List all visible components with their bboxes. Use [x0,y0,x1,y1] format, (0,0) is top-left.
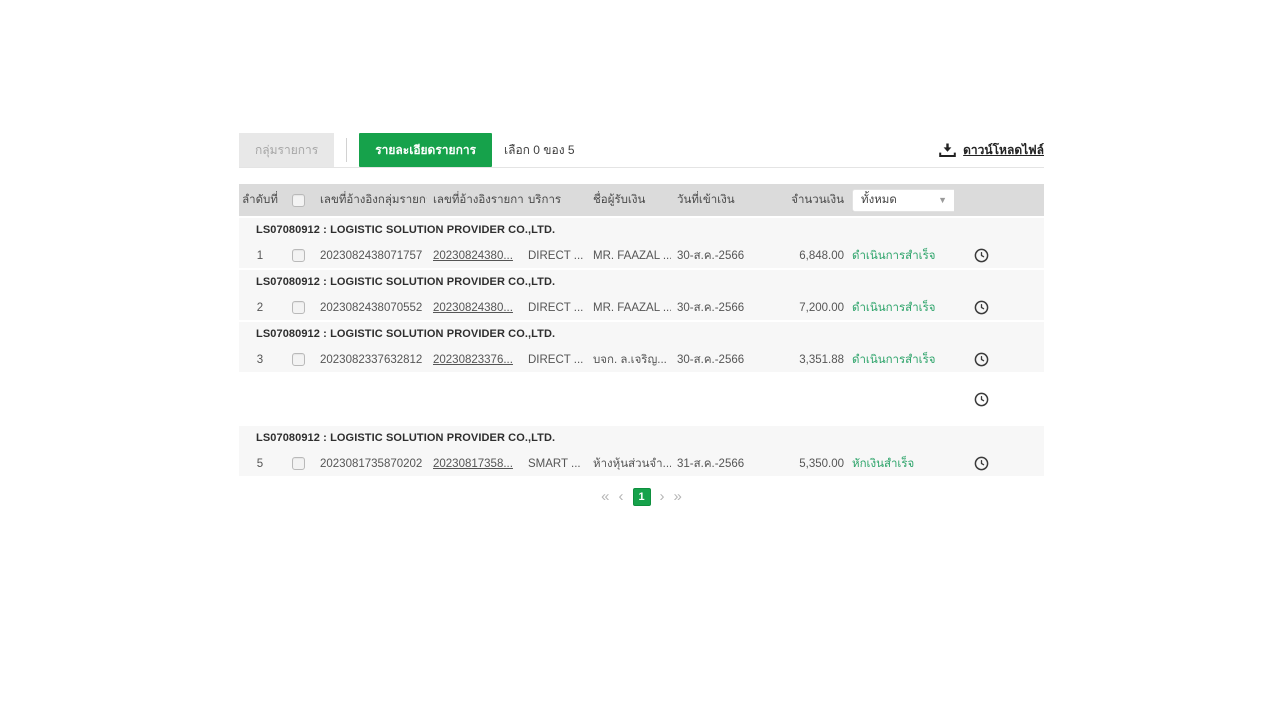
tab-group-list[interactable]: กลุ่มรายการ [239,133,334,167]
row-date: 30-ส.ค.-2566 [671,299,771,317]
row-date: 30-ส.ค.-2566 [671,247,771,265]
transaction-group: LS07080912 : LOGISTIC SOLUTION PROVIDER … [239,426,1044,476]
transaction-group: LS07080912 : LOGISTIC SOLUTION PROVIDER … [239,218,1044,268]
row-history-cell [954,456,1009,471]
row-date: 30-ส.ค.-2566 [671,351,771,369]
row-checkbox[interactable] [292,353,305,366]
pagination-last-icon[interactable]: » [674,488,682,506]
row-service: DIRECT ... [523,250,585,262]
chevron-down-icon: ▼ [938,195,947,205]
row-group-ref: 2023082337632812 [315,354,427,366]
row-item-ref-link[interactable]: 20230824380... [433,302,513,314]
row-checkbox[interactable] [292,249,305,262]
header-amount: จำนวนเงิน [771,191,844,209]
row-checkbox-cell [281,353,315,366]
clock-history-icon[interactable] [974,352,989,367]
row-date: 31-ส.ค.-2566 [671,455,771,473]
row-status: ดำเนินการสำเร็จ [844,247,954,265]
row-item-ref-link[interactable]: 20230823376... [433,354,513,366]
header-seq: ลำดับที่ [239,191,281,209]
row-item-ref-link[interactable]: 20230824380... [433,250,513,262]
tab-detail-list[interactable]: รายละเอียดรายการ [359,133,492,167]
row-amount: 5,350.00 [771,458,844,470]
clock-history-icon[interactable] [974,248,989,263]
pagination-next-icon[interactable]: › [660,488,665,506]
download-label: ดาวน์โหลดไฟล์ [963,141,1044,160]
row-history-cell [954,392,1009,407]
download-icon [939,143,956,158]
header-status-filter: ทั้งหมด ▼ [844,189,954,212]
header-recipient: ชื่อผู้รับเงิน [585,191,671,209]
table-header-row: ลำดับที่ เลขที่อ้างอิงกลุ่มรายการ เลขที่… [239,184,1044,216]
selection-count: เลือก 0 ของ 5 [504,141,575,160]
status-filter-dropdown[interactable]: ทั้งหมด ▼ [852,189,954,212]
row-recipient: บจก. ล.เจริญ... [585,351,671,369]
status-filter-value: ทั้งหมด [861,191,897,209]
header-item-ref: เลขที่อ้างอิงรายการ [427,191,523,209]
header-group-ref: เลขที่อ้างอิงกลุ่มรายการ [315,191,427,209]
header-service: บริการ [523,191,585,209]
row-checkbox-cell [281,457,315,470]
row-group-ref: 2023081735870202 [315,458,427,470]
group-header: LS07080912 : LOGISTIC SOLUTION PROVIDER … [239,426,1044,451]
clock-history-icon[interactable] [974,392,989,407]
toolbar: กลุ่มรายการ รายละเอียดรายการ เลือก 0 ของ… [239,133,1044,168]
select-all-checkbox[interactable] [292,194,305,207]
group-header: LS07080912 : LOGISTIC SOLUTION PROVIDER … [239,270,1044,295]
group-header: LS07080912 : LOGISTIC SOLUTION PROVIDER … [239,322,1044,347]
row-service: SMART ... [523,458,585,470]
clock-history-icon[interactable] [974,456,989,471]
pagination-first-icon[interactable]: « [601,488,609,506]
group-header: LS07080912 : LOGISTIC SOLUTION PROVIDER … [239,218,1044,243]
transaction-group: LS07080912 : LOGISTIC SOLUTION PROVIDER … [239,322,1044,372]
pagination-prev-icon[interactable]: ‹ [619,488,624,506]
row-service: DIRECT ... [523,302,585,314]
row-seq: 5 [239,458,281,470]
row-history-cell [954,248,1009,263]
table-row: 5 2023081735870202 20230817358... SMART … [239,451,1044,476]
pagination-page-current[interactable]: 1 [633,488,651,506]
table-row-blank [239,374,1044,424]
pagination: « ‹ 1 › » [239,488,1044,506]
main-content: กลุ่มรายการ รายละเอียดรายการ เลือก 0 ของ… [239,133,1044,506]
row-item-ref-cell: 20230824380... [427,250,523,262]
row-seq: 1 [239,250,281,262]
table-row: 3 2023082337632812 20230823376... DIRECT… [239,347,1044,372]
transaction-group-blank [239,374,1044,424]
row-history-cell [954,300,1009,315]
row-item-ref-link[interactable]: 20230817358... [433,458,513,470]
tab-separator [346,138,347,162]
row-history-cell [954,352,1009,367]
transactions-table: ลำดับที่ เลขที่อ้างอิงกลุ่มรายการ เลขที่… [239,184,1044,476]
row-recipient: MR. FAAZAL ... [585,250,671,262]
row-item-ref-cell: 20230817358... [427,458,523,470]
row-amount: 7,200.00 [771,302,844,314]
clock-history-icon[interactable] [974,300,989,315]
transaction-group: LS07080912 : LOGISTIC SOLUTION PROVIDER … [239,270,1044,320]
row-checkbox-cell [281,301,315,314]
row-status: ดำเนินการสำเร็จ [844,299,954,317]
download-file-link[interactable]: ดาวน์โหลดไฟล์ [939,141,1044,160]
row-service: DIRECT ... [523,354,585,366]
header-checkbox-cell [281,194,315,207]
row-amount: 6,848.00 [771,250,844,262]
row-group-ref: 2023082438070552 [315,302,427,314]
header-date: วันที่เข้าเงิน [671,191,771,209]
row-seq: 3 [239,354,281,366]
row-recipient: MR. FAAZAL ... [585,302,671,314]
row-item-ref-cell: 20230823376... [427,354,523,366]
row-recipient: ห้างหุ้นส่วนจำ... [585,455,671,473]
row-item-ref-cell: 20230824380... [427,302,523,314]
row-status: ดำเนินการสำเร็จ [844,351,954,369]
row-seq: 2 [239,302,281,314]
row-checkbox-cell [281,249,315,262]
row-group-ref: 2023082438071757 [315,250,427,262]
row-status: หักเงินสำเร็จ [844,455,954,473]
row-amount: 3,351.88 [771,354,844,366]
row-checkbox[interactable] [292,301,305,314]
table-row: 1 2023082438071757 20230824380... DIRECT… [239,243,1044,268]
table-row: 2 2023082438070552 20230824380... DIRECT… [239,295,1044,320]
row-checkbox[interactable] [292,457,305,470]
